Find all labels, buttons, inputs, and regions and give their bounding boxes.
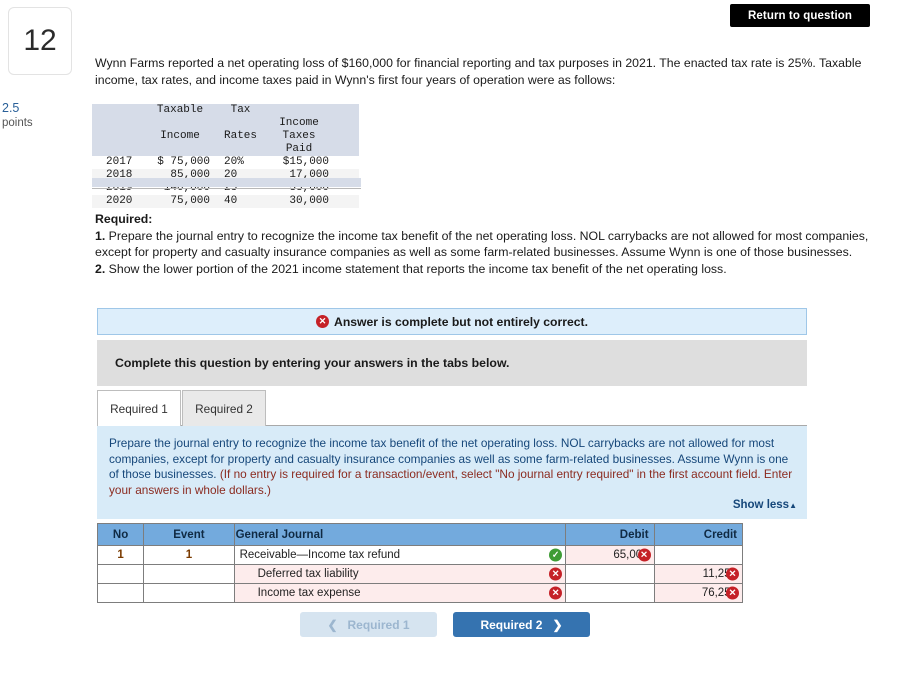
show-less-label: Show less [732,498,790,511]
header-income: Income [144,117,216,156]
column-header-credit: Credit [653,523,744,546]
journal-header-row: No Event General Journal Debit Credit [96,523,744,546]
required-item-1-text: Prepare the journal entry to recognize t… [95,228,869,260]
table-footer-bar [92,178,361,187]
incorrect-x-icon: ✕ [726,567,739,581]
question-stem: Wynn Farms reported a net operating loss… [95,56,862,87]
incorrect-x-icon: ✕ [637,548,651,562]
tab-strip: Required 1 Required 2 [97,390,807,426]
next-button-label: Required 2 [480,617,543,632]
show-less-toggle[interactable]: Show less▲ [733,498,797,514]
cell-debit-1[interactable]: 65,000 ✕ [565,545,655,565]
header-taxable: Taxable [144,104,216,117]
cell-tax-rate: 40 [216,195,264,208]
table-header-row-2: Income Rates Income Taxes Paid [92,117,360,156]
header-rates: Rates [216,117,264,156]
error-circle-icon: ✕ [316,315,330,328]
header-taxes-paid: Income Taxes Paid [263,117,360,156]
tax-history-table: Taxable Tax Income Rates Income Taxes Pa… [92,104,360,208]
cell-credit-3[interactable]: 76,250 ✕ [653,583,744,603]
cell-account-1[interactable]: Receivable—Income tax refund ✓ [233,545,567,565]
cell-debit-2[interactable] [565,564,655,584]
table-row: Deferred tax liability ✕ 11,250 ✕ [96,564,744,584]
status-banner: ✕ Answer is complete but not entirely co… [97,308,807,335]
instructions-panel: Prepare the journal entry to recognize t… [97,425,807,519]
cell-taxable-income: $ 75,000 [157,156,210,168]
incorrect-x-icon: ✕ [549,586,563,600]
caret-up-icon: ▲ [789,500,797,510]
cell-year: 2017 [106,156,133,168]
cell-no [96,583,145,603]
column-header-debit: Debit [565,523,655,546]
cell-no: 1 [96,545,145,565]
account-name: Deferred tax liability [257,568,359,580]
cell-debit-3[interactable] [565,583,655,603]
correct-check-icon: ✓ [549,548,563,562]
previous-required-button[interactable]: ❮ Required 1 [300,612,437,637]
general-journal-table: No Event General Journal Debit Credit 1 … [96,523,744,603]
required-item-2-number: 2. [95,261,106,276]
question-number-box: 12 [8,7,72,75]
incorrect-x-icon: ✕ [549,567,563,581]
table-row: 2020 75,000 40 30,000 [92,195,360,208]
cell-event [143,564,235,584]
cell-event [143,583,235,603]
table-bottom-rule [92,188,361,189]
table-row: 1 1 Receivable—Income tax refund ✓ 65,00… [96,545,744,565]
points-label: points [2,117,33,129]
next-required-button[interactable]: Required 2 ❯ [453,612,590,637]
previous-button-label: Required 1 [347,617,410,632]
column-header-no: No [96,523,145,546]
question-page: Return to question 12 2.5 points Wynn Fa… [0,0,902,700]
cell-credit-2[interactable]: 11,250 ✕ [653,564,744,584]
required-label: Required: [95,212,153,226]
table-header-row-1: Taxable Tax [92,104,360,117]
cell-taxes-paid: $15,000 [282,156,330,168]
account-name: Receivable—Income tax refund [239,549,401,561]
account-name: Income tax expense [257,587,361,599]
column-header-event: Event [143,523,235,546]
chevron-left-icon: ❮ [327,617,338,632]
status-banner-text: Answer is complete but not entirely corr… [334,314,588,329]
header-tax: Tax [216,104,264,117]
cell-credit-1[interactable] [653,545,744,565]
cell-year: 2020 [92,195,144,208]
table-row: Income tax expense ✕ 76,250 ✕ [96,583,744,603]
return-to-question-button[interactable]: Return to question [730,4,870,27]
chevron-right-icon: ❯ [552,617,563,632]
tab-required-1[interactable]: Required 1 [97,390,181,426]
cell-no [96,564,145,584]
incorrect-x-icon: ✕ [726,586,739,600]
cell-account-3[interactable]: Income tax expense ✕ [233,583,567,603]
required-section: Required: 1. Prepare the journal entry t… [95,211,870,277]
required-item-2-text: Show the lower portion of the 2021 incom… [105,261,727,276]
required-item-1-number: 1. [95,228,106,243]
column-header-general-journal: General Journal [233,523,567,546]
cell-account-2[interactable]: Deferred tax liability ✕ [233,564,567,584]
cell-event: 1 [143,545,235,565]
points-value: 2.5 [2,101,20,115]
tab-required-2[interactable]: Required 2 [182,390,266,426]
complete-question-bar: Complete this question by entering your … [97,340,807,386]
cell-taxable-income: 75,000 [144,195,216,208]
table-row: 2017 $ 75,000 20% $15,000 [92,156,359,169]
cell-taxes-paid: 30,000 [263,195,360,208]
cell-tax-rate: 20% [224,156,244,168]
